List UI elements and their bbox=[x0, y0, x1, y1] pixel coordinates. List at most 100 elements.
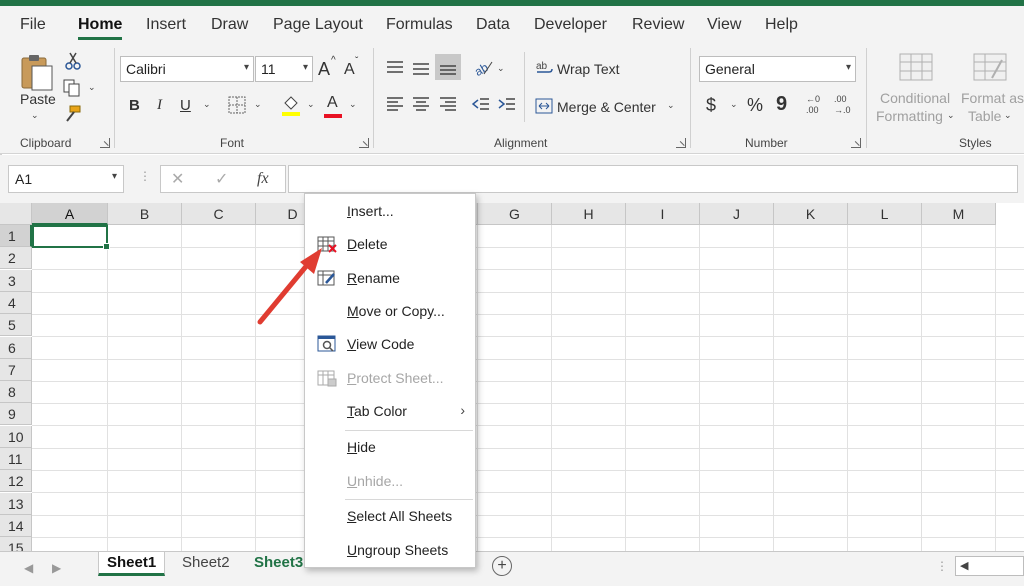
decrease-indent-icon[interactable] bbox=[472, 96, 490, 112]
font-size-combo[interactable]: 11 ▾ bbox=[255, 56, 313, 82]
tab-draw[interactable]: Draw bbox=[211, 16, 248, 34]
font-color-dropdown-caret[interactable]: ⌄ bbox=[349, 99, 357, 110]
menu-item-tab-color[interactable]: Tab Color › bbox=[305, 397, 475, 425]
format-as-table-label-1[interactable]: Format as bbox=[961, 90, 1024, 106]
wrap-text-icon[interactable]: ab bbox=[535, 59, 553, 77]
alignment-launcher-icon[interactable] bbox=[676, 138, 686, 148]
tab-insert[interactable]: Insert bbox=[146, 16, 186, 34]
orientation-dropdown-caret[interactable]: ⌄ bbox=[497, 63, 505, 74]
font-name-combo[interactable]: Calibri ▾ bbox=[120, 56, 254, 82]
comma-style-button[interactable]: 9 bbox=[776, 93, 787, 116]
copy-icon[interactable] bbox=[62, 78, 82, 98]
menu-item-move-copy[interactable]: Move or Copy... bbox=[305, 297, 475, 325]
italic-button[interactable]: I bbox=[157, 97, 162, 114]
row-header-14[interactable]: 14 bbox=[0, 514, 32, 537]
sheet-tab-sheet3[interactable]: Sheet3 bbox=[246, 552, 311, 576]
align-center-icon[interactable] bbox=[412, 96, 430, 112]
fill-color-icon[interactable] bbox=[280, 94, 302, 116]
tab-review[interactable]: Review bbox=[632, 16, 684, 34]
formula-bar-grip-icon[interactable]: ⋮ bbox=[139, 169, 151, 183]
align-middle-icon[interactable] bbox=[412, 60, 430, 76]
percent-button[interactable]: % bbox=[747, 95, 763, 116]
row-header-13[interactable]: 13 bbox=[0, 492, 32, 515]
row-header-4[interactable]: 4 bbox=[0, 291, 32, 314]
menu-item-rename[interactable]: Rename bbox=[305, 264, 475, 292]
tab-file[interactable]: File bbox=[20, 16, 46, 34]
copy-dropdown-caret[interactable]: ⌄ bbox=[88, 82, 96, 93]
row-header-8[interactable]: 8 bbox=[0, 381, 32, 404]
tab-view[interactable]: View bbox=[707, 16, 741, 34]
enter-icon[interactable]: ✓ bbox=[215, 169, 228, 189]
cancel-icon[interactable]: ✕ bbox=[171, 169, 184, 189]
column-header-m[interactable]: M bbox=[922, 203, 996, 225]
menu-item-view-code[interactable]: View Code bbox=[305, 330, 475, 358]
shrink-font-button[interactable]: A bbox=[344, 61, 355, 79]
horizontal-scrollbar[interactable]: ◀ bbox=[955, 556, 1024, 576]
clipboard-launcher-icon[interactable] bbox=[100, 138, 110, 148]
menu-item-select-all-sheets[interactable]: Select All Sheets bbox=[305, 502, 475, 530]
insert-function-icon[interactable]: fx bbox=[257, 170, 269, 188]
row-header-12[interactable]: 12 bbox=[0, 470, 32, 493]
paste-dropdown-caret[interactable]: ⌄ bbox=[31, 110, 39, 121]
column-header-c[interactable]: C bbox=[182, 203, 256, 225]
scroll-tabs-left-icon[interactable]: ◀ bbox=[24, 561, 33, 575]
align-right-icon[interactable] bbox=[439, 96, 457, 112]
currency-dropdown-caret[interactable]: ⌄ bbox=[730, 99, 738, 110]
formula-input[interactable] bbox=[288, 165, 1018, 193]
cut-icon[interactable] bbox=[64, 52, 82, 70]
borders-icon[interactable] bbox=[228, 96, 246, 114]
row-header-9[interactable]: 9 bbox=[0, 403, 32, 426]
menu-item-hide[interactable]: Hide bbox=[305, 433, 475, 461]
row-header-5[interactable]: 5 bbox=[0, 314, 32, 337]
row-header-10[interactable]: 10 bbox=[0, 425, 32, 448]
increase-indent-icon[interactable] bbox=[498, 96, 516, 112]
scroll-tabs-right-icon[interactable]: ▶ bbox=[52, 561, 61, 575]
active-cell[interactable] bbox=[32, 225, 110, 250]
bold-button[interactable]: B bbox=[129, 97, 140, 114]
menu-item-insert[interactable]: Insert... bbox=[305, 197, 475, 225]
tab-help[interactable]: Help bbox=[765, 16, 798, 34]
column-header-j[interactable]: J bbox=[700, 203, 774, 225]
row-header-7[interactable]: 7 bbox=[0, 358, 32, 381]
row-header-11[interactable]: 11 bbox=[0, 448, 32, 470]
column-header-b[interactable]: B bbox=[108, 203, 182, 225]
column-header-l[interactable]: L bbox=[848, 203, 922, 225]
row-header-3[interactable]: 3 bbox=[0, 269, 32, 292]
tab-split-grip-icon[interactable]: ⋮ bbox=[936, 559, 948, 573]
conditional-formatting-caret[interactable]: ⌄ bbox=[947, 110, 955, 121]
format-as-table-caret[interactable]: ⌄ bbox=[1004, 110, 1012, 121]
increase-decimal-button[interactable]: ←0 .00 bbox=[806, 94, 828, 118]
conditional-formatting-label-2[interactable]: Formatting bbox=[876, 108, 943, 124]
merge-center-button[interactable]: Merge & Center bbox=[557, 99, 656, 115]
column-header-g[interactable]: G bbox=[478, 203, 552, 225]
merge-center-icon[interactable] bbox=[535, 98, 553, 114]
column-header-a[interactable]: A bbox=[32, 203, 108, 225]
row-header-2[interactable]: 2 bbox=[0, 247, 32, 270]
fill-color-dropdown-caret[interactable]: ⌄ bbox=[307, 99, 315, 110]
new-sheet-button[interactable]: + bbox=[492, 556, 512, 576]
name-box[interactable]: A1 ▾ bbox=[8, 165, 124, 193]
column-header-h[interactable]: H bbox=[552, 203, 626, 225]
menu-item-ungroup-sheets[interactable]: Ungroup Sheets bbox=[305, 536, 475, 564]
format-as-table-icon[interactable] bbox=[972, 52, 1008, 82]
number-launcher-icon[interactable] bbox=[851, 138, 861, 148]
tab-developer[interactable]: Developer bbox=[534, 16, 607, 34]
number-format-combo[interactable]: General ▾ bbox=[699, 56, 856, 82]
column-header-k[interactable]: K bbox=[774, 203, 848, 225]
scroll-left-icon[interactable]: ◀ bbox=[960, 559, 968, 572]
merge-dropdown-caret[interactable]: ⌄ bbox=[667, 100, 675, 111]
align-top-icon[interactable] bbox=[386, 60, 404, 76]
currency-button[interactable]: $ bbox=[706, 95, 716, 116]
tab-formulas[interactable]: Formulas bbox=[386, 16, 453, 34]
row-header-6[interactable]: 6 bbox=[0, 336, 32, 359]
underline-dropdown-caret[interactable]: ⌄ bbox=[203, 99, 211, 110]
orientation-icon[interactable]: ab bbox=[472, 58, 494, 78]
underline-button[interactable]: U bbox=[180, 97, 191, 114]
select-all-corner[interactable] bbox=[0, 203, 32, 225]
worksheet-grid[interactable]: ABCDEFGHIJKLM 123456789101112131415 bbox=[0, 203, 1024, 551]
format-as-table-label-2[interactable]: Table bbox=[968, 108, 1001, 124]
format-painter-icon[interactable] bbox=[62, 104, 82, 124]
font-launcher-icon[interactable] bbox=[359, 138, 369, 148]
paste-button[interactable]: Paste bbox=[20, 91, 56, 107]
sheet-tab-sheet1[interactable]: Sheet1 bbox=[98, 552, 166, 576]
